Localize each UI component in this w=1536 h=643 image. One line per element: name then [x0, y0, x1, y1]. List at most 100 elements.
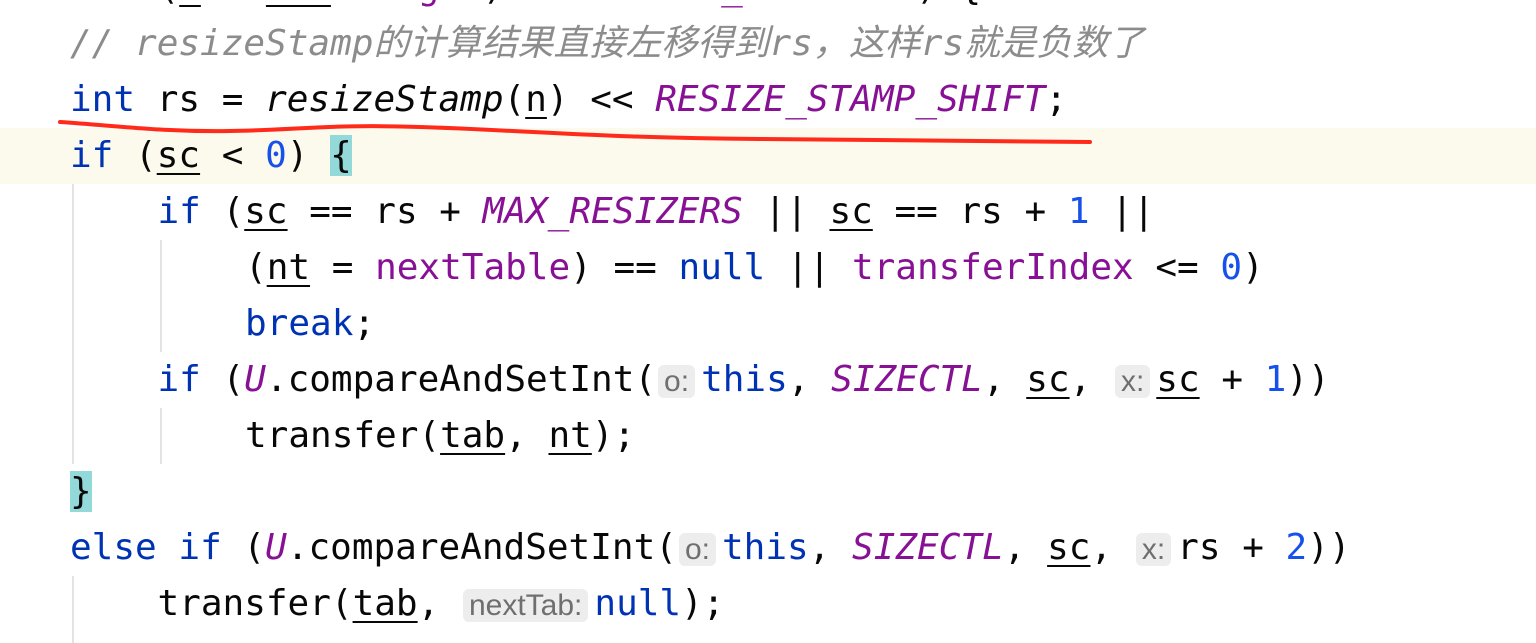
code-line[interactable]: transfer(tab, nt); [0, 408, 1536, 464]
code-token: 0 [1220, 247, 1243, 288]
code-token: sc [1156, 359, 1200, 400]
code-token: if [157, 191, 201, 232]
code-token: ) << [546, 79, 656, 120]
code-token: .compareAndSetInt( [286, 527, 677, 568]
code-token: || [742, 191, 830, 232]
code-token: + [1199, 359, 1265, 400]
parameter-hint: x: [1114, 365, 1151, 398]
code-token: U [244, 359, 266, 400]
code-token: ) { [916, 0, 981, 8]
code-text: if (sc == rs + MAX_RESIZERS || sc == rs … [158, 184, 1155, 240]
code-token: || [1089, 191, 1155, 232]
code-line[interactable]: else if (U.compareAndSetInt(o: this, SIZE… [0, 520, 1536, 576]
code-text: break; [245, 296, 375, 352]
code-token: , [1090, 527, 1134, 568]
code-token: ; [1045, 79, 1068, 120]
code-text: if (U.compareAndSetInt(o: this, SIZECTL, … [158, 352, 1330, 410]
code-text: transfer(tab, nextTab: null); [158, 576, 725, 634]
code-token: MAXIMUM_CAPACITY [569, 0, 916, 8]
code-token: ) [1242, 247, 1264, 288]
code-token: if [178, 527, 222, 568]
code-token: 1 [1067, 191, 1090, 232]
indent-guide [160, 240, 162, 352]
code-token: 0 [265, 135, 287, 176]
code-token: null [678, 247, 766, 288]
code-token: , [787, 359, 832, 400]
code-token: ); [591, 415, 636, 456]
code-token: rs = [135, 79, 266, 120]
code-token: SIZECTL [852, 527, 1004, 568]
code-line[interactable]: } [0, 464, 1536, 520]
code-token: sc [1026, 359, 1070, 400]
code-token: 1 [1264, 359, 1287, 400]
code-token: ) < [483, 0, 570, 8]
code-token: tab [352, 583, 418, 624]
code-token: ) [286, 135, 331, 176]
code-token: null [594, 583, 682, 624]
code-line[interactable]: transfer(tab, nextTab: null); [0, 576, 1536, 632]
code-token: ( [113, 135, 157, 176]
code-line[interactable]: (n = tab.length) < MAXIMUM_CAPACITY) { [0, 0, 1536, 16]
code-token: = [201, 0, 266, 8]
code-token: .compareAndSetInt( [265, 359, 657, 400]
code-token: <= [1133, 247, 1221, 288]
code-line[interactable]: int rs = resizeStamp(n) << RESIZE_STAMP_… [0, 72, 1536, 128]
code-token: if [70, 135, 114, 176]
code-token: ( [158, 0, 180, 8]
code-token: , [982, 359, 1027, 400]
code-token: transfer( [157, 583, 353, 624]
code-line[interactable]: break; [0, 296, 1536, 352]
code-token: ( [245, 247, 267, 288]
code-token: resizeStamp [265, 79, 504, 120]
code-token: sc [1047, 527, 1091, 568]
code-line[interactable]: if (U.compareAndSetInt(o: this, SIZECTL, … [0, 352, 1536, 408]
code-token: . [331, 0, 353, 8]
code-line[interactable]: if (sc == rs + MAX_RESIZERS || sc == rs … [0, 184, 1536, 240]
code-token: , [417, 583, 461, 624]
code-token: rs + [1177, 527, 1286, 568]
code-token: ( [200, 359, 245, 400]
code-token: sc [244, 191, 288, 232]
code-token: == rs + [872, 191, 1068, 232]
code-line[interactable]: (nt = nextTable) == null || transferInde… [0, 240, 1536, 296]
code-token: n [525, 79, 547, 120]
code-text: // resizeStamp的计算结果直接左移得到rs，这样rs就是负数了 [70, 16, 1144, 72]
code-token: MAX_RESIZERS [482, 191, 743, 232]
code-token: == rs + [287, 191, 483, 232]
code-token: )) [1307, 527, 1351, 568]
code-token: sc [156, 135, 201, 176]
code-line[interactable]: // resizeStamp的计算结果直接左移得到rs，这样rs就是负数了 [0, 16, 1536, 72]
code-editor[interactable]: (n = tab.length) < MAXIMUM_CAPACITY) { //… [0, 0, 1536, 643]
parameter-hint: x: [1135, 533, 1172, 566]
code-text: int rs = resizeStamp(n) << RESIZE_STAMP_… [70, 72, 1067, 128]
code-token: break [245, 303, 354, 344]
code-token: sc [829, 191, 873, 232]
code-token: nextTable [375, 247, 571, 288]
code-token: U [265, 527, 287, 568]
code-token: ) == [570, 247, 679, 288]
parameter-hint: o: [658, 365, 696, 398]
code-token: < [200, 135, 266, 176]
code-token: if [157, 359, 201, 400]
matched-brace: } [70, 471, 92, 512]
code-token: tab [440, 415, 506, 456]
code-token: ( [221, 527, 266, 568]
code-line[interactable]: if (sc < 0) { [0, 128, 1536, 184]
code-token: ; [353, 303, 376, 344]
code-text: (n = tab.length) < MAXIMUM_CAPACITY) { [158, 0, 982, 16]
code-token: SIZECTL [831, 359, 983, 400]
code-text: transfer(tab, nt); [245, 408, 635, 464]
code-token: else [70, 527, 157, 568]
matched-brace: { [330, 135, 352, 176]
code-token: nt [266, 247, 311, 288]
code-text: } [70, 464, 92, 520]
code-token: transferIndex [851, 247, 1134, 288]
code-token: // resizeStamp的计算结果直接左移得到rs，这样rs就是负数了 [70, 23, 1145, 64]
code-token: , [808, 527, 853, 568]
code-token: RESIZE_STAMP_SHIFT [655, 79, 1046, 120]
code-token: ( [503, 79, 526, 120]
parameter-hint: nextTab: [462, 589, 589, 622]
indent-guide [72, 576, 74, 643]
code-token: ( [200, 191, 245, 232]
